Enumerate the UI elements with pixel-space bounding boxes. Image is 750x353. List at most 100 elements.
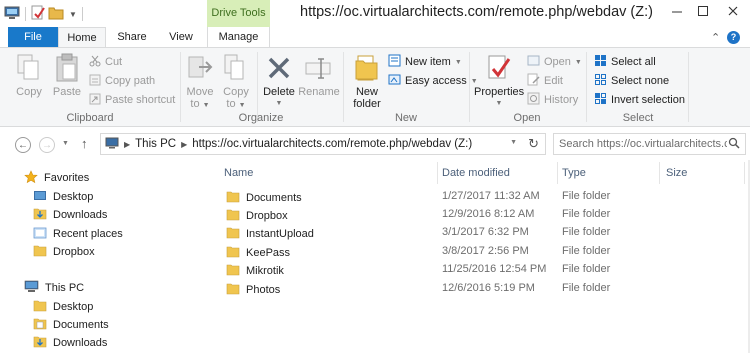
delete-dropdown-icon[interactable]: ▼: [262, 98, 296, 110]
column-header-type[interactable]: Type: [562, 165, 586, 181]
file-name: InstantUpload: [246, 228, 314, 240]
invert-selection-button[interactable]: Invert selection: [594, 92, 685, 108]
column-header-name[interactable]: Name: [224, 165, 253, 181]
nav-item-dropbox[interactable]: Dropbox: [33, 244, 95, 260]
file-type: File folder: [562, 263, 611, 275]
easy-access-icon: [388, 73, 401, 89]
organize-group-label: Organize: [238, 112, 284, 124]
file-name: Mikrotik: [246, 265, 284, 277]
paste-shortcut-button[interactable]: Paste shortcut: [89, 92, 175, 108]
move-to-button[interactable]: Move to ▼: [184, 52, 216, 112]
new-folder-icon[interactable]: [48, 6, 64, 23]
row-name-cell: Documents: [226, 190, 302, 206]
collapse-ribbon-icon[interactable]: ⌃: [711, 31, 720, 44]
column-divider[interactable]: [557, 162, 558, 184]
select-all-button[interactable]: Select all: [594, 54, 656, 70]
navigation-pane: Favorites Desktop Downloads Recent place…: [0, 160, 210, 353]
column-header-date[interactable]: Date modified: [442, 165, 510, 181]
help-icon[interactable]: ?: [727, 31, 740, 44]
refresh-icon[interactable]: ↻: [528, 136, 539, 152]
column-divider[interactable]: [437, 162, 438, 184]
easy-access-label: Easy access: [405, 75, 467, 87]
back-arrow-icon[interactable]: ←: [15, 137, 31, 153]
tab-file[interactable]: File: [8, 27, 58, 48]
copy-path-button[interactable]: Copy path: [89, 73, 155, 89]
copy-to-button[interactable]: Copy to ▼: [220, 52, 252, 112]
new-group-label: New: [394, 112, 417, 124]
ribbon-group-divider: [586, 52, 587, 122]
scissors-icon: [89, 55, 101, 70]
copy-button[interactable]: Copy: [12, 52, 46, 98]
table-row[interactable]: Mikrotik 11/25/2016 12:54 PM File folder: [212, 261, 750, 279]
history-button[interactable]: History: [527, 92, 578, 108]
nav-item-downloads[interactable]: Downloads: [33, 335, 107, 351]
nav-item-desktop[interactable]: Desktop: [33, 189, 93, 205]
tab-view[interactable]: View: [158, 27, 204, 48]
delete-button[interactable]: Delete ▼: [262, 52, 296, 110]
column-divider[interactable]: [659, 162, 660, 184]
easy-access-button[interactable]: Easy access ▼: [388, 73, 478, 89]
close-icon[interactable]: [720, 0, 746, 22]
breadcrumb-this-pc[interactable]: This PC: [135, 138, 176, 150]
delete-label: Delete: [263, 86, 295, 98]
file-type: File folder: [562, 282, 611, 294]
recent-locations-icon[interactable]: ▼: [62, 140, 69, 147]
up-arrow-icon[interactable]: ↑: [81, 136, 88, 151]
forward-arrow-icon[interactable]: →: [39, 137, 55, 153]
table-row[interactable]: Photos 12/6/2016 5:19 PM File folder: [212, 280, 750, 298]
breadcrumb-chevron-icon[interactable]: ▶: [124, 140, 130, 149]
minimize-icon[interactable]: [664, 0, 690, 22]
edit-button[interactable]: Edit: [527, 73, 563, 89]
select-none-label: Select none: [611, 75, 670, 87]
properties-button[interactable]: Properties ▼: [474, 52, 524, 110]
nav-favorites[interactable]: Favorites: [24, 169, 90, 186]
row-name-cell: InstantUpload: [226, 226, 314, 242]
column-divider[interactable]: [744, 162, 745, 184]
desktop-icon: [33, 190, 47, 205]
select-none-button[interactable]: Select none: [594, 73, 669, 89]
cut-button[interactable]: Cut: [89, 54, 122, 70]
tab-share[interactable]: Share: [108, 27, 156, 48]
history-label: History: [544, 94, 579, 106]
folder-icon: [226, 190, 240, 206]
table-row[interactable]: KeePass 3/8/2017 2:56 PM File folder: [212, 243, 750, 261]
properties-dropdown-icon[interactable]: ▼: [474, 98, 524, 110]
nav-item-label: Desktop: [53, 191, 94, 203]
select-group-label: Select: [622, 112, 654, 124]
nav-this-pc[interactable]: This PC: [24, 280, 84, 296]
nav-item-label: Downloads: [53, 337, 108, 349]
table-row[interactable]: InstantUpload 3/1/2017 6:32 PM File fold…: [212, 224, 750, 242]
open-label: Open: [544, 56, 571, 68]
nav-item-label: Downloads: [53, 209, 108, 221]
open-button[interactable]: Open ▼: [527, 54, 582, 70]
search-input[interactable]: Search https://oc.virtualarchitects.com/…: [553, 133, 746, 155]
ribbon-tab-bar: File Home Share View Manage ⌃: [0, 27, 750, 48]
nav-item-recent-places[interactable]: Recent places: [33, 226, 123, 242]
customize-toolbar-icon[interactable]: ▼: [69, 10, 77, 19]
table-row[interactable]: Dropbox 12/9/2016 8:12 AM File folder: [212, 206, 750, 224]
folder-icon: [33, 299, 47, 315]
rename-button[interactable]: Rename: [298, 52, 340, 98]
nav-item-label: Desktop: [53, 301, 94, 313]
paste-button[interactable]: Paste: [50, 52, 84, 98]
computer-icon[interactable]: [4, 6, 20, 23]
nav-item-label: Recent places: [53, 228, 123, 240]
new-folder-button[interactable]: New folder: [349, 52, 385, 110]
tab-manage[interactable]: Manage: [207, 27, 270, 48]
breadcrumb-chevron-icon[interactable]: ▶: [181, 140, 187, 149]
delete-x-icon: [263, 52, 295, 84]
maximize-icon[interactable]: [690, 0, 716, 22]
new-item-button[interactable]: New item ▼: [388, 54, 462, 70]
breadcrumb-drive[interactable]: https://oc.virtualarchitects.com/remote.…: [192, 138, 472, 150]
properties-icon[interactable]: [31, 5, 45, 23]
table-row[interactable]: Documents 1/27/2017 11:32 AM File folder: [212, 188, 750, 206]
nav-item-downloads[interactable]: Downloads: [33, 207, 107, 223]
address-bar[interactable]: ▶ This PC ▶ https://oc.virtualarchitects…: [100, 133, 546, 155]
nav-favorites-label: Favorites: [44, 172, 90, 184]
nav-item-desktop[interactable]: Desktop: [33, 299, 93, 315]
address-dropdown-icon[interactable]: ▼: [510, 139, 517, 146]
tab-home[interactable]: Home: [58, 27, 106, 48]
nav-item-documents[interactable]: Documents: [33, 317, 109, 333]
column-header-size[interactable]: Size: [666, 165, 687, 181]
paste-label: Paste: [52, 86, 82, 98]
